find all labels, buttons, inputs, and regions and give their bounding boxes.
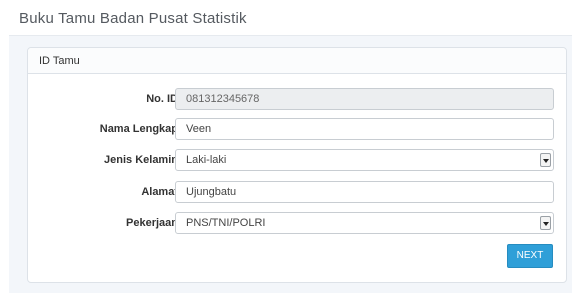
jenis-kelamin-label: Jenis Kelamin: [104, 154, 178, 166]
chevron-down-icon[interactable]: [540, 216, 551, 230]
row-jenis-kelamin: Jenis Kelamin Laki-laki: [28, 149, 568, 171]
row-pekerjaan: Pekerjaan PNS/TNI/POLRI: [28, 212, 568, 234]
panel-heading: ID Tamu: [28, 48, 566, 74]
pekerjaan-value: PNS/TNI/POLRI: [186, 217, 266, 229]
no-id-label: No. ID: [146, 93, 178, 105]
row-alamat: Alamat Ujungbatu: [28, 181, 568, 203]
guest-form-panel: ID Tamu No. ID 081312345678 Nama Lengkap…: [27, 47, 567, 283]
row-nama-lengkap: Nama Lengkap Veen: [28, 118, 568, 140]
jenis-kelamin-select[interactable]: Laki-laki: [175, 149, 554, 171]
alamat-input[interactable]: Ujungbatu: [175, 181, 554, 203]
pekerjaan-select[interactable]: PNS/TNI/POLRI: [175, 212, 554, 234]
nama-lengkap-input[interactable]: Veen: [175, 118, 554, 140]
chevron-down-icon[interactable]: [540, 153, 551, 167]
next-button[interactable]: NEXT: [507, 244, 553, 268]
page-title: Buku Tamu Badan Pusat Statistik: [19, 10, 247, 27]
alamat-label: Alamat: [141, 186, 178, 198]
pekerjaan-label: Pekerjaan: [126, 217, 178, 229]
no-id-field: 081312345678: [175, 88, 554, 110]
jenis-kelamin-value: Laki-laki: [186, 154, 227, 166]
nama-lengkap-label: Nama Lengkap: [99, 123, 178, 135]
row-no-id: No. ID 081312345678: [28, 88, 568, 110]
